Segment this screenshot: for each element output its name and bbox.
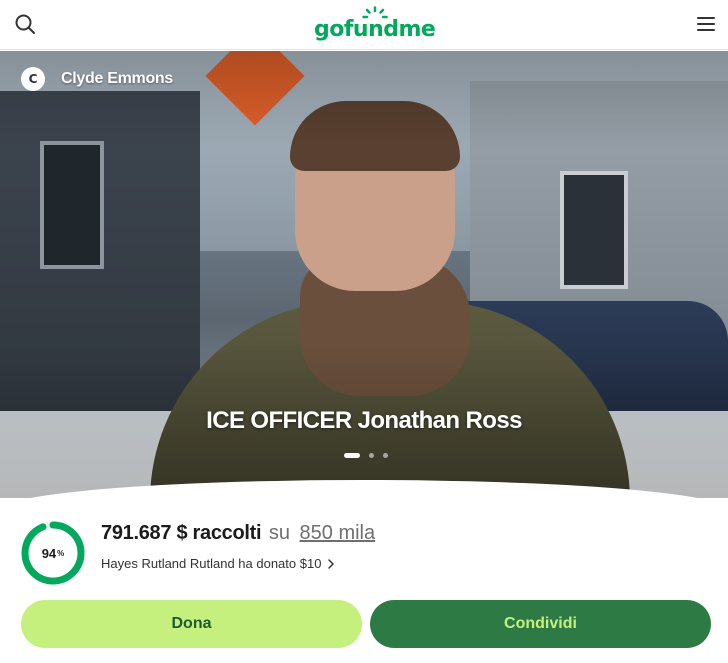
share-button-label: Condividi [504, 615, 577, 632]
menu-button[interactable] [694, 12, 718, 36]
progress-percent-value: 94 [41, 545, 57, 561]
gofundme-logo[interactable]: gofundme [314, 6, 436, 42]
amount-raised: 791.687 $ raccolti su 850 mila [101, 522, 375, 545]
campaign-title: ICE OFFICER Jonathan Ross [206, 407, 522, 434]
recent-donation-link[interactable]: Hayes Rutland Rutland ha donato $10 [101, 556, 335, 571]
goal-amount-link[interactable]: 850 mila [300, 522, 376, 544]
donate-button-label: Dona [171, 615, 212, 632]
donate-button[interactable]: Dona [21, 600, 362, 648]
carousel-dot[interactable] [383, 453, 388, 458]
carousel-dot[interactable] [369, 453, 374, 458]
progress-percent-sign: % [57, 548, 65, 558]
raised-amount: 791.687 $ raccolti [101, 522, 262, 544]
carousel-dots [344, 453, 397, 458]
hamburger-menu-icon [697, 17, 715, 31]
logo-text: gofundme [314, 17, 436, 42]
raised-of-label: su [268, 522, 290, 544]
campaign-hero-image[interactable]: C Clyde Emmons ICE OFFICER Jonathan Ross [0, 51, 728, 498]
organizer-avatar: C [21, 67, 45, 91]
progress-percent: 94% [21, 521, 85, 585]
top-header: gofundme [0, 0, 728, 50]
organizer-link[interactable]: C Clyde Emmons [21, 65, 173, 93]
carousel-dot[interactable] [344, 453, 360, 458]
chevron-right-icon [328, 558, 335, 569]
search-icon [15, 14, 35, 34]
recent-donation-text: Hayes Rutland Rutland ha donato $10 [101, 556, 322, 571]
organizer-name: Clyde Emmons [61, 70, 173, 87]
share-button[interactable]: Condividi [370, 600, 711, 648]
search-button[interactable] [13, 12, 37, 36]
